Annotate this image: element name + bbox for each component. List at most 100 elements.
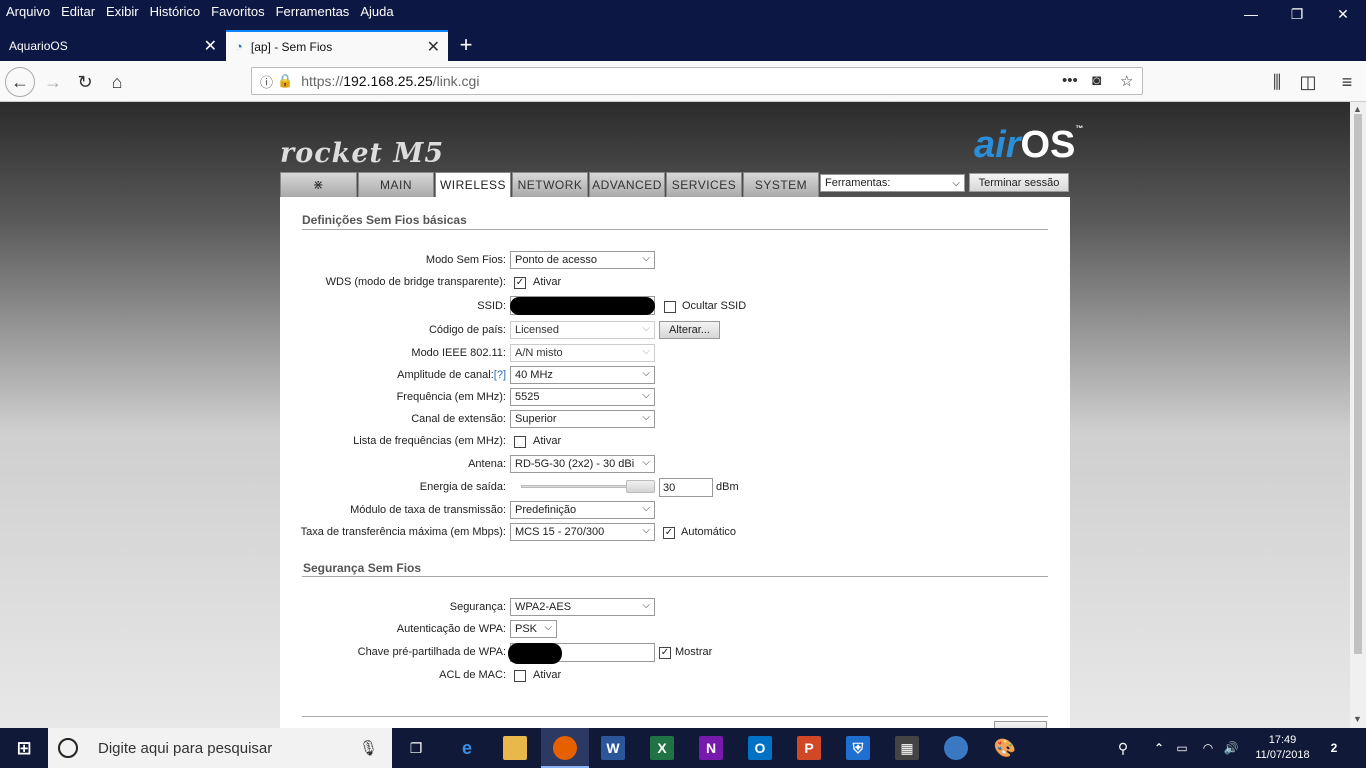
url-text: https://192.168.25.25/link.cgi [301, 73, 480, 89]
task-view-icon[interactable]: ❐ [404, 736, 428, 760]
new-tab-icon[interactable]: + [455, 30, 477, 60]
change-country-button[interactable]: Alterar... [659, 321, 720, 339]
library-icon[interactable]: ⫼ [1262, 67, 1292, 97]
chevron-down-icon: ⌵ [642, 253, 650, 264]
output-power-input[interactable]: 30 [659, 478, 713, 497]
hide-ssid-checkbox[interactable] [664, 301, 676, 313]
tab-services[interactable]: SERVICES [666, 172, 742, 197]
cortana-icon [58, 738, 78, 758]
notifications-icon[interactable]: 2 [1322, 736, 1346, 760]
security-shield-icon[interactable]: ⛨ [846, 736, 870, 760]
onenote-icon[interactable]: N [699, 736, 723, 760]
outlook-icon[interactable]: O [748, 736, 772, 760]
windows-start-icon[interactable]: ⊞ [12, 736, 36, 760]
security-select[interactable]: WPA2-AES ⌵ [510, 598, 655, 616]
clock-time: 17:49 [1268, 734, 1297, 746]
apply-button[interactable] [994, 721, 1047, 728]
tab-advanced[interactable]: ADVANCED [589, 172, 665, 197]
people-icon[interactable]: ⚲ [1111, 736, 1135, 760]
menu-favoritos[interactable]: Favoritos [211, 4, 264, 19]
home-icon[interactable]: ⌂ [102, 67, 132, 97]
auto-rate-checkbox[interactable]: ✓ [663, 527, 675, 539]
paint-icon[interactable]: 🎨 [993, 736, 1017, 760]
microphone-icon: 🎙 [358, 740, 378, 757]
tab-sem-fios[interactable]: ◔ [ap] - Sem Fios ✕ [226, 30, 448, 61]
tools-select[interactable]: Ferramentas: ⌵ [820, 174, 965, 192]
volume-icon[interactable]: 🔊 [1219, 736, 1243, 760]
powerpoint-icon[interactable]: P [797, 736, 821, 760]
main-tabs: ⋇ MAIN WIRELESS NETWORK ADVANCED SERVICE… [280, 172, 820, 197]
wireless-mode-select[interactable]: Ponto de acesso ⌵ [510, 251, 655, 269]
rate-module-select[interactable]: Predefinição ⌵ [510, 501, 655, 519]
tab-title: AquarioOS [9, 38, 68, 53]
restore-icon[interactable]: ❐ [1274, 0, 1320, 28]
network-app-icon[interactable] [944, 736, 968, 760]
logout-button[interactable]: Terminar sessão [969, 173, 1069, 192]
pocket-icon[interactable]: ◙ [1092, 72, 1101, 89]
divider [302, 716, 1048, 717]
taskbar-clock[interactable]: 17:49 11/07/2018 [1250, 733, 1315, 763]
tab-wireless[interactable]: WIRELESS [435, 172, 511, 197]
chevron-down-icon: ⌵ [642, 368, 650, 379]
chevron-down-icon: ⌵ [642, 600, 650, 611]
edge-icon[interactable]: e [455, 736, 479, 760]
url-bar[interactable]: ⓘ 🔒 https://192.168.25.25/link.cgi ••• ◙… [251, 67, 1143, 95]
slider-handle[interactable] [626, 480, 655, 493]
menu-arquivo[interactable]: Arquivo [6, 4, 50, 19]
wpa-auth-select[interactable]: PSK ⌵ [510, 620, 557, 638]
chevron-down-icon: ⌵ [642, 390, 650, 401]
menu-editar[interactable]: Editar [61, 4, 95, 19]
bookmark-star-icon[interactable]: ☆ [1120, 72, 1133, 90]
tab-main[interactable]: MAIN [358, 172, 434, 197]
tab-aquarioos[interactable]: AquarioOS ✕ [0, 30, 225, 61]
mac-acl-option-label: Ativar [533, 669, 562, 681]
page-scrollbar[interactable]: ▲ ▼ [1350, 102, 1366, 728]
menu-ajuda[interactable]: Ajuda [360, 4, 393, 19]
menu-exibir[interactable]: Exibir [106, 4, 139, 19]
frequency-list-checkbox[interactable] [514, 436, 526, 448]
extension-channel-select[interactable]: Superior ⌵ [510, 410, 655, 428]
back-icon[interactable]: ← [5, 67, 35, 97]
battery-icon[interactable]: ▭ [1170, 736, 1194, 760]
country-select[interactable]: Licensed ⌵ [510, 321, 655, 339]
sidebar-icon[interactable]: ◫ [1293, 67, 1323, 97]
show-key-checkbox[interactable]: ✓ [659, 647, 671, 659]
help-link[interactable]: [?] [494, 369, 506, 381]
rocket-m5-logo: rocket M5 [280, 138, 445, 169]
close-tab-icon[interactable]: ✕ [427, 37, 440, 57]
hide-ssid-label: Ocultar SSID [682, 300, 747, 312]
page-actions-icon[interactable]: ••• [1062, 72, 1078, 89]
close-tab-icon[interactable]: ✕ [204, 36, 217, 56]
country-label: Código de país: [428, 324, 506, 336]
excel-icon[interactable]: X [650, 736, 674, 760]
forward-icon[interactable]: → [38, 67, 68, 97]
hamburger-menu-icon[interactable]: ≡ [1332, 67, 1362, 97]
scroll-down-icon[interactable]: ▼ [1353, 714, 1362, 724]
ieee-mode-select[interactable]: A/N misto ⌵ [510, 344, 655, 362]
tab-system[interactable]: SYSTEM [743, 172, 819, 197]
tab-ubnt-logo[interactable]: ⋇ [280, 172, 357, 197]
word-icon[interactable]: W [601, 736, 625, 760]
channel-width-select[interactable]: 40 MHz ⌵ [510, 366, 655, 384]
tab-network[interactable]: NETWORK [512, 172, 588, 197]
reload-icon[interactable]: ↻ [70, 67, 100, 97]
close-window-icon[interactable]: ✕ [1320, 0, 1366, 28]
menu-ferramentas[interactable]: Ferramentas [276, 4, 350, 19]
antenna-select[interactable]: RD-5G-30 (2x2) - 30 dBi ⌵ [510, 455, 655, 473]
menu-historico[interactable]: Histórico [150, 4, 201, 19]
info-icon[interactable]: ⓘ [260, 72, 273, 91]
wds-checkbox[interactable]: ✓ [514, 277, 526, 289]
scrollbar-thumb[interactable] [1354, 114, 1362, 654]
mac-acl-checkbox[interactable] [514, 670, 526, 682]
scroll-up-icon[interactable]: ▲ [1353, 104, 1362, 114]
firefox-icon[interactable] [553, 736, 577, 760]
frequency-select[interactable]: 5525 ⌵ [510, 388, 655, 406]
max-rate-select[interactable]: MCS 15 - 270/300 ⌵ [510, 523, 655, 541]
chevron-up-icon[interactable]: ⌃ [1147, 736, 1171, 760]
minimize-icon[interactable]: — [1228, 0, 1274, 28]
lock-warning-icon[interactable]: 🔒 [277, 73, 293, 89]
file-explorer-icon[interactable] [503, 736, 527, 760]
wifi-icon[interactable]: ◠ [1196, 736, 1220, 760]
taskbar-search[interactable]: Digite aqui para pesquisar 🎙 [48, 728, 392, 768]
calculator-icon[interactable]: ▦ [895, 736, 919, 760]
